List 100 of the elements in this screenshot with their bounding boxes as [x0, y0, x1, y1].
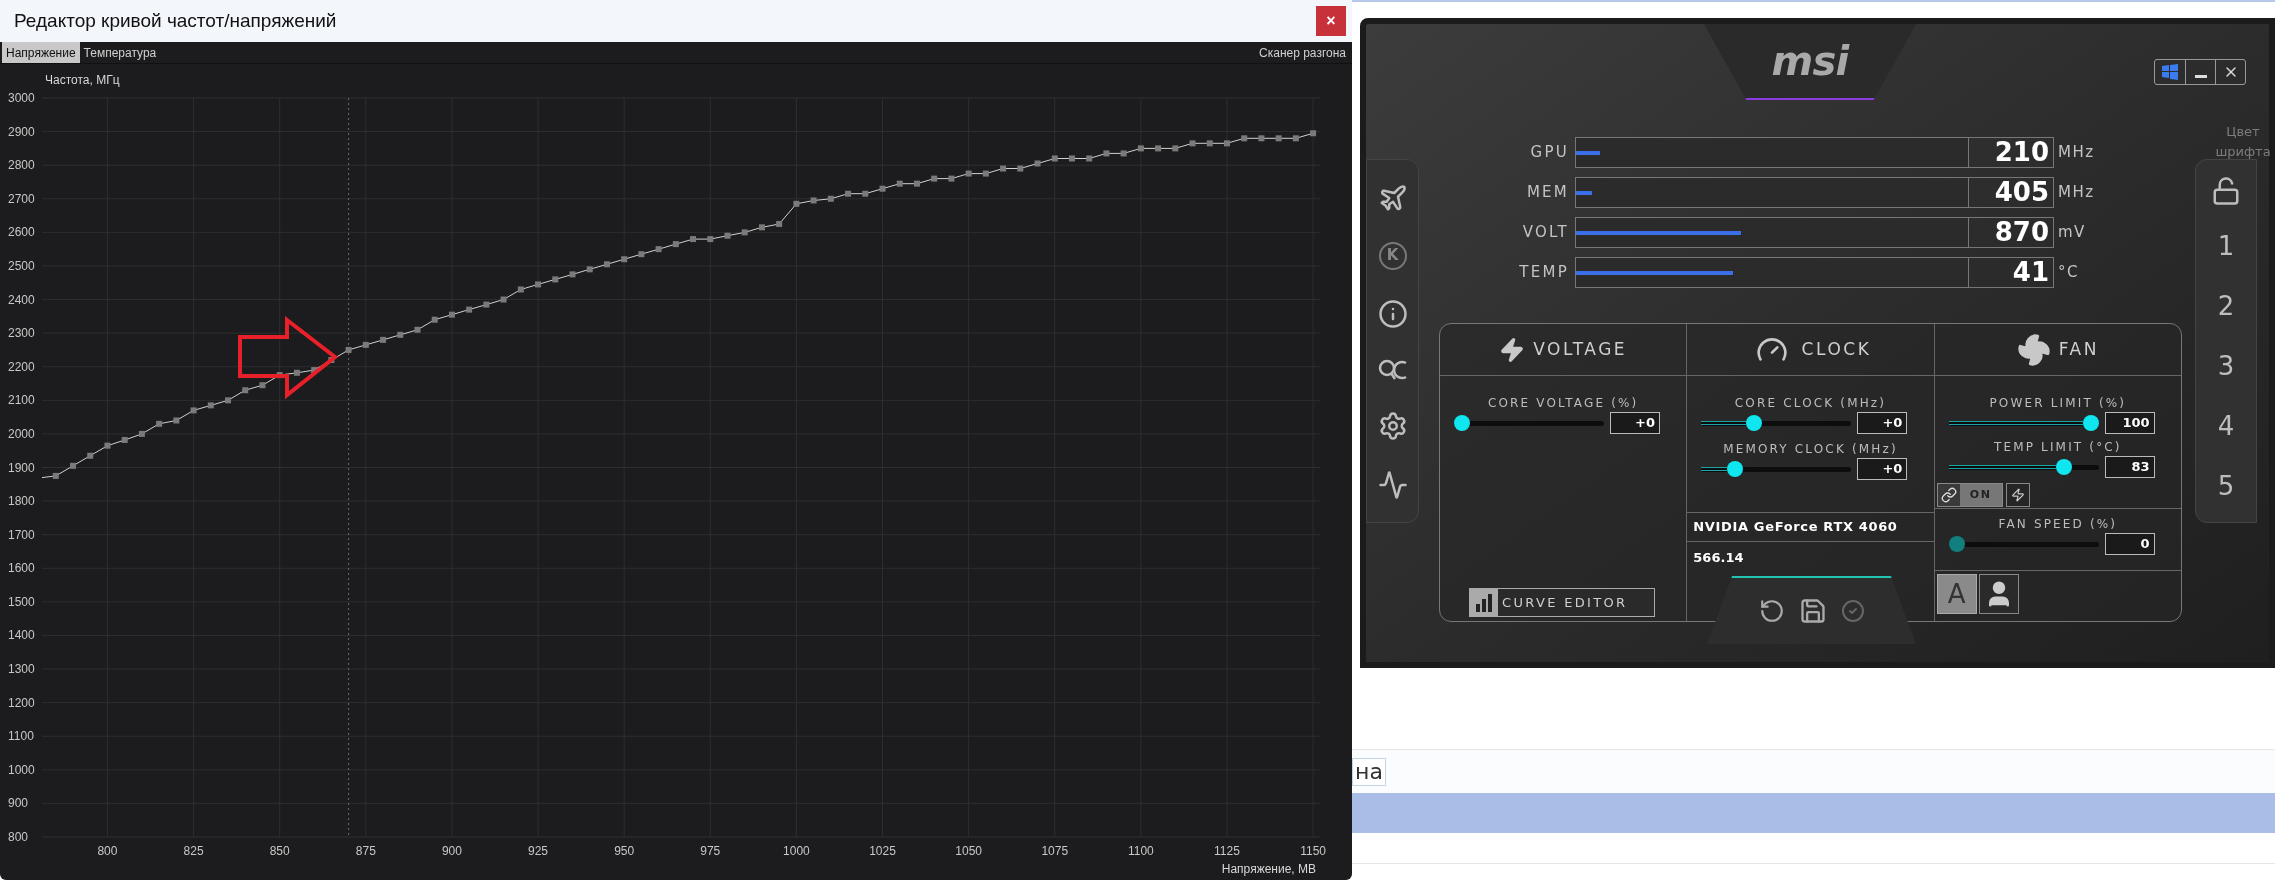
curve-point[interactable] — [466, 306, 473, 313]
curve-point[interactable] — [1155, 145, 1162, 152]
curve-point[interactable] — [776, 220, 783, 227]
curve-point[interactable] — [1086, 155, 1093, 162]
curve-point[interactable] — [500, 296, 507, 303]
value-field[interactable]: 100 — [2104, 412, 2155, 434]
curve-point[interactable] — [1224, 140, 1230, 147]
curve-point[interactable] — [1241, 135, 1248, 142]
curve-point[interactable] — [138, 430, 145, 437]
slider-track[interactable] — [1948, 414, 2099, 432]
curve-point[interactable] — [1206, 140, 1213, 147]
curve-point[interactable] — [173, 417, 180, 424]
curve-point[interactable] — [1189, 140, 1196, 147]
curve-point[interactable] — [827, 195, 834, 202]
curve-point[interactable] — [156, 420, 163, 427]
apply-icon[interactable] — [1840, 599, 1865, 623]
scanner-tab[interactable]: Сканер разгона — [1255, 42, 1350, 63]
slider-thumb[interactable] — [1454, 415, 1470, 431]
curve-point[interactable] — [1292, 135, 1299, 142]
curve-point[interactable] — [896, 180, 903, 187]
profile-button[interactable]: 4 — [2217, 406, 2235, 446]
curve-point[interactable] — [190, 407, 197, 414]
curve-point[interactable] — [70, 462, 76, 469]
curve-point[interactable] — [1000, 165, 1007, 172]
slider-thumb[interactable] — [1726, 461, 1743, 477]
curve-point[interactable] — [362, 341, 369, 348]
curve-point[interactable] — [414, 326, 421, 333]
curve-point[interactable] — [879, 185, 886, 192]
curve-point[interactable] — [1172, 145, 1179, 152]
lightning-button[interactable] — [2005, 483, 2030, 507]
curve-point[interactable] — [1103, 150, 1110, 157]
curve-point[interactable] — [1017, 165, 1024, 172]
value-field[interactable]: 83 — [2104, 456, 2155, 478]
profile-button[interactable]: 3 — [2217, 346, 2235, 386]
slider-thumb[interactable] — [2082, 415, 2099, 431]
slider-thumb[interactable] — [2055, 459, 2072, 475]
curve-point[interactable] — [810, 197, 817, 204]
curve-editor-button[interactable]: CURVE EDITOR — [1469, 588, 1655, 617]
curve-point[interactable] — [948, 175, 955, 182]
curve-point[interactable] — [603, 261, 610, 268]
curve-point[interactable] — [621, 256, 628, 263]
curve-point[interactable] — [87, 452, 94, 459]
curve-point[interactable] — [1275, 135, 1282, 142]
auto-mode-button[interactable]: A — [1936, 574, 1977, 614]
curve-point[interactable] — [655, 246, 662, 253]
curve-point[interactable] — [293, 369, 300, 376]
curve-point[interactable] — [345, 346, 352, 353]
settings-icon[interactable] — [1377, 410, 1408, 441]
slider-track[interactable] — [1948, 535, 2099, 553]
save-icon[interactable] — [1798, 597, 1827, 625]
slider-track[interactable] — [1701, 460, 1852, 478]
monitor-pulse-icon[interactable] — [1377, 469, 1408, 500]
slider-track[interactable] — [1701, 414, 1852, 432]
curve-point[interactable] — [793, 200, 800, 207]
curve-point[interactable] — [1137, 145, 1144, 152]
curve-point[interactable] — [586, 266, 593, 273]
curve-point[interactable] — [931, 175, 938, 182]
tab[interactable]: Температура — [79, 42, 161, 63]
value-field[interactable]: +0 — [1857, 412, 1908, 434]
curve-point[interactable] — [638, 251, 645, 258]
curve-point[interactable] — [690, 236, 697, 243]
magnifier-c-icon[interactable] — [1377, 357, 1408, 382]
curve-point[interactable] — [242, 387, 249, 394]
curve-point[interactable] — [1034, 160, 1041, 167]
padlock-icon[interactable] — [2211, 176, 2241, 207]
close-button[interactable]: × — [1316, 6, 1346, 36]
curve-point[interactable] — [535, 281, 542, 288]
profile-button[interactable]: 1 — [2217, 227, 2235, 267]
curve-point[interactable] — [672, 241, 679, 248]
curve-point[interactable] — [982, 170, 989, 177]
curve-point[interactable] — [207, 402, 214, 409]
curve-point[interactable] — [862, 190, 869, 197]
curve-point[interactable] — [741, 229, 748, 236]
curve-point[interactable] — [758, 224, 765, 231]
curve-point[interactable] — [569, 271, 576, 278]
curve-point[interactable] — [965, 170, 972, 177]
info-icon[interactable] — [1377, 298, 1408, 329]
profile-button[interactable]: 5 — [2217, 466, 2235, 506]
curve-point[interactable] — [380, 336, 387, 343]
curve-point[interactable] — [121, 436, 128, 443]
slider-track[interactable] — [1454, 414, 1604, 432]
value-field[interactable]: +0 — [1610, 412, 1660, 434]
curve-point[interactable] — [225, 397, 231, 404]
user-mode-button[interactable] — [1978, 574, 2019, 614]
curve-point[interactable] — [397, 331, 404, 338]
link-toggle[interactable]: ON — [1936, 483, 2003, 507]
curve-point[interactable] — [1310, 130, 1317, 137]
tab[interactable]: Напряжение — [2, 42, 80, 63]
value-field[interactable]: +0 — [1857, 458, 1908, 480]
curve-point[interactable] — [52, 472, 59, 479]
curve-point[interactable] — [913, 180, 920, 187]
curve-point[interactable] — [845, 190, 852, 197]
curve-point[interactable] — [1120, 150, 1127, 157]
curve-point[interactable] — [707, 236, 714, 243]
curve-point[interactable] — [724, 232, 731, 239]
curve-point[interactable] — [259, 382, 266, 389]
curve-point[interactable] — [552, 276, 559, 283]
curve-point[interactable] — [448, 311, 455, 318]
slider-thumb[interactable] — [1745, 415, 1762, 431]
curve-point[interactable] — [517, 286, 524, 293]
